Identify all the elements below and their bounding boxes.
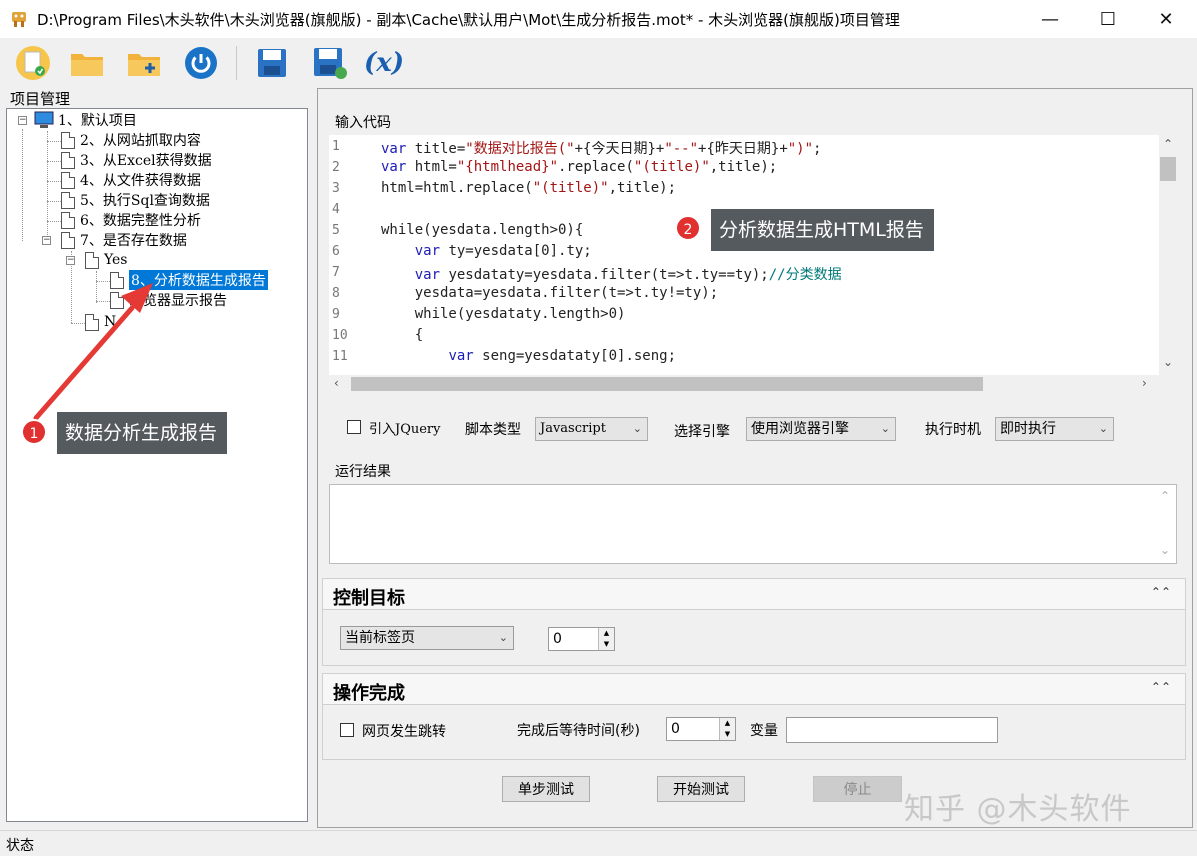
annotation-badge: 1 [21, 419, 47, 445]
app-window: D:\Program Files\木头软件\木头浏览器(旗舰版) - 副本\Ca… [0, 0, 1197, 856]
annotation-callout: 数据分析生成报告 [57, 412, 228, 454]
annotation-callout: 分析数据生成HTML报告 [711, 209, 934, 251]
watermark: 知乎 @木头软件 [904, 792, 1132, 827]
annotation-badge: 2 [675, 215, 701, 241]
